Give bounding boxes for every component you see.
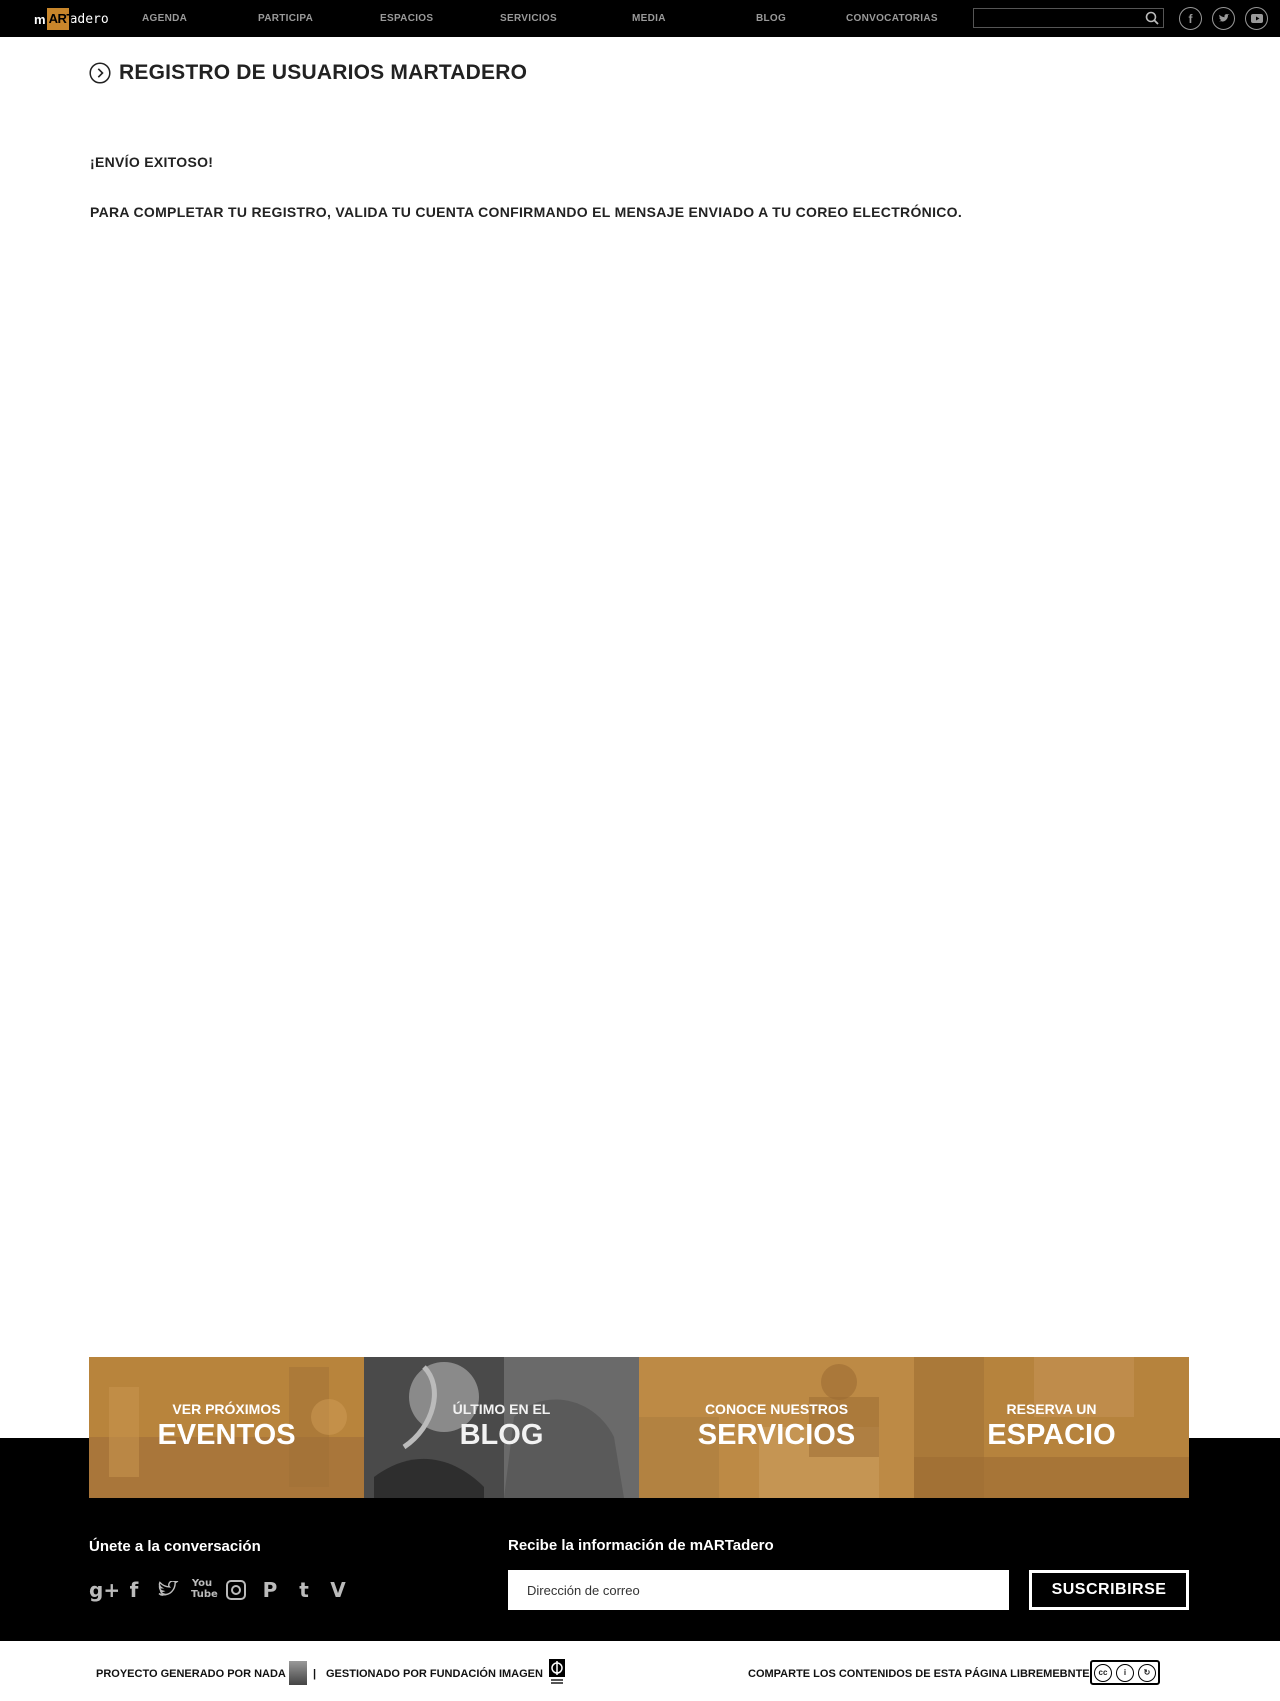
by-icon: i xyxy=(1116,1663,1134,1682)
nav-convocatorias[interactable]: CONVOCATORIAS xyxy=(846,13,938,24)
tile-big-label: SERVICIOS xyxy=(697,1419,856,1451)
tile-blog[interactable]: ÚLTIMO EN EL BLOG xyxy=(364,1357,639,1498)
bottom-credits-bar: PROYECTO GENERADO POR NADA | GESTIONADO … xyxy=(0,1641,1280,1701)
search-icon[interactable] xyxy=(1145,11,1159,25)
nav-servicios[interactable]: SERVICIOS xyxy=(500,13,557,24)
tile-big-label: BLOG xyxy=(459,1419,544,1451)
search-box xyxy=(973,8,1164,28)
tile-small-label: ÚLTIMO EN EL xyxy=(452,1401,551,1417)
generated-by-text: PROYECTO GENERADO POR NADA xyxy=(96,1668,286,1680)
subscribe-button[interactable]: SUSCRIBIRSE xyxy=(1029,1570,1189,1610)
martadero-logo[interactable]: m ART adero xyxy=(34,7,109,31)
cc-icon: cc xyxy=(1094,1663,1112,1682)
nav-espacios[interactable]: ESPACIOS xyxy=(380,13,433,24)
promo-tiles: VER PRÓXIMOS EVENTOS ÚLTIMO EN EL BLOG C… xyxy=(89,1357,1189,1498)
email-field[interactable] xyxy=(508,1570,1009,1610)
circle-chevron-right-icon xyxy=(89,62,111,84)
nav-blog[interactable]: BLOG xyxy=(756,13,786,24)
search-input[interactable] xyxy=(974,10,1139,28)
logo-art-box: ART xyxy=(46,8,74,30)
pinterest-icon[interactable]: P xyxy=(259,1578,281,1602)
success-message: ¡ENVÍO EXITOSO! xyxy=(90,154,214,170)
fundacion-imagen-logo[interactable] xyxy=(549,1659,565,1685)
page-title: REGISTRO DE USUARIOS MARTADERO xyxy=(119,61,528,84)
logo-art-text: ART xyxy=(48,11,75,26)
twitter-icon[interactable] xyxy=(157,1578,179,1602)
tile-espacio[interactable]: RESERVA UN ESPACIO xyxy=(914,1357,1189,1498)
creative-commons-badge[interactable]: cc i ↻ xyxy=(1090,1660,1160,1685)
tile-servicios[interactable]: CONOCE NUESTROS SERVICIOS xyxy=(639,1357,914,1498)
instagram-icon[interactable] xyxy=(225,1578,247,1602)
google-plus-icon[interactable]: g+ xyxy=(89,1578,120,1602)
facebook-icon[interactable]: f xyxy=(1179,7,1202,30)
tile-eventos[interactable]: VER PRÓXIMOS EVENTOS xyxy=(89,1357,364,1498)
logo-m: m xyxy=(34,11,46,27)
nada-logo[interactable] xyxy=(289,1661,307,1685)
instructions-message: PARA COMPLETAR TU REGISTRO, VALIDA TU CU… xyxy=(90,204,963,220)
tile-big-label: EVENTOS xyxy=(157,1419,296,1451)
nav-media[interactable]: MEDIA xyxy=(632,13,666,24)
managed-by-text: GESTIONADO POR FUNDACIÓN IMAGEN xyxy=(326,1668,543,1680)
twitter-icon[interactable] xyxy=(1212,7,1235,30)
separator: | xyxy=(313,1668,317,1680)
top-navigation-bar: m ART adero AGENDA PARTICIPA ESPACIOS SE… xyxy=(0,0,1280,37)
nav-agenda[interactable]: AGENDA xyxy=(142,13,187,24)
page-header: REGISTRO DE USUARIOS MARTADERO xyxy=(89,61,527,85)
vine-icon[interactable]: V xyxy=(327,1578,349,1602)
facebook-icon[interactable]: f xyxy=(123,1578,145,1602)
youtube-icon[interactable]: You Tube xyxy=(191,1578,218,1602)
newsletter-title: Recibe la información de mARTadero xyxy=(508,1537,774,1554)
share-text: COMPARTE LOS CONTENIDOS DE ESTA PÁGINA L… xyxy=(748,1668,1090,1680)
join-conversation-title: Únete a la conversación xyxy=(89,1538,261,1555)
tile-small-label: VER PRÓXIMOS xyxy=(172,1401,281,1417)
nav-participa[interactable]: PARTICIPA xyxy=(258,13,313,24)
tile-big-label: ESPACIO xyxy=(987,1419,1116,1451)
tumblr-icon[interactable]: t xyxy=(293,1578,315,1602)
logo-adero: adero xyxy=(69,11,109,27)
youtube-icon[interactable] xyxy=(1245,7,1268,30)
footer-social-icons: g+ f You Tube P t V xyxy=(89,1578,349,1602)
sa-icon: ↻ xyxy=(1138,1663,1156,1682)
tile-small-label: CONOCE NUESTROS xyxy=(704,1401,849,1417)
tile-small-label: RESERVA UN xyxy=(1006,1401,1097,1417)
